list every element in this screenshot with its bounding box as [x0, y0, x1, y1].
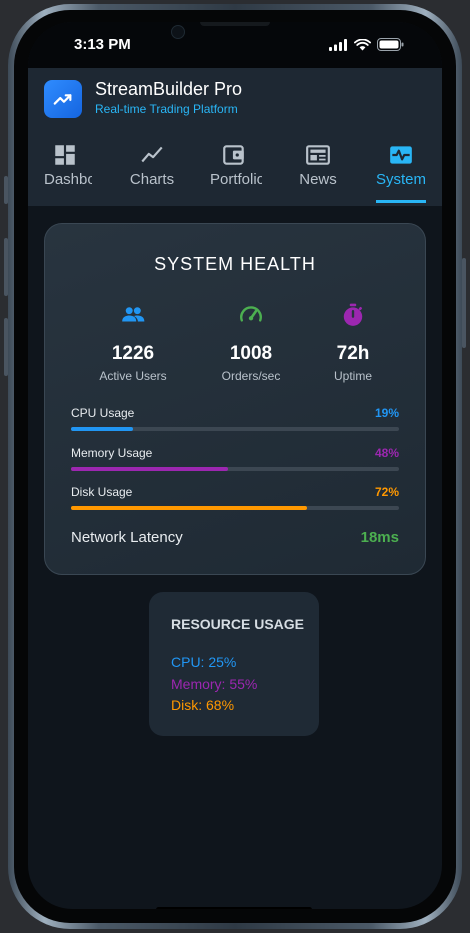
signal-icon: [329, 38, 347, 51]
metric-disk-value: 72%: [374, 485, 399, 499]
power-button: [462, 258, 466, 348]
stat-uptime-label: Uptime: [333, 369, 372, 383]
status-bar: 3:13 PM: [28, 22, 442, 68]
status-icons: [329, 38, 404, 51]
app-title: StreamBuilder Pro: [95, 79, 243, 99]
metric-cpu-fill: [71, 427, 134, 431]
metric-cpu-label: CPU Usage: [71, 406, 135, 420]
newspaper-icon: [306, 145, 330, 165]
metric-memory-value: 48%: [374, 446, 399, 460]
resource-usage-title: RESOURCE USAGE: [171, 616, 305, 632]
system-health-title: SYSTEM HEALTH: [154, 254, 316, 274]
tab-charts[interactable]: Charts: [112, 138, 192, 206]
metric-disk-label: Disk Usage: [71, 485, 133, 499]
resource-disk-line: Disk: 68%: [171, 697, 235, 713]
tab-news-label: News: [299, 171, 337, 188]
tab-news[interactable]: News: [278, 138, 358, 206]
tab-dashboard[interactable]: Dashboard: [28, 138, 108, 206]
system-health-card: SYSTEM HEALTH 1226 Active Users 1008 Ord…: [44, 223, 426, 575]
metric-disk-track: [71, 506, 399, 510]
tab-charts-label: Charts: [129, 171, 175, 188]
tab-bar: Dashboard Charts Portfolio: [28, 138, 442, 206]
stat-active-users-value: 1226: [111, 343, 155, 364]
line-chart-icon: [141, 146, 163, 163]
monitor-heartbeat-icon: [390, 146, 412, 164]
metric-cpu-value: 19%: [374, 406, 399, 420]
stat-active-users: 1226 Active Users: [73, 302, 193, 383]
tab-system[interactable]: System: [362, 138, 442, 206]
phone-screen: 3:13 PM StreamBuilder Pro Real-time Trad…: [28, 22, 442, 909]
timer-icon: [343, 303, 363, 326]
app-header: StreamBuilder Pro Real-time Trading Plat…: [28, 68, 442, 206]
battery-icon: [377, 38, 404, 51]
network-latency-label: Network Latency: [71, 529, 183, 546]
stat-active-users-label: Active Users: [99, 369, 167, 383]
tab-system-label: System: [376, 171, 426, 188]
metric-disk-fill: [71, 506, 308, 510]
tab-portfolio-label: Portfolio: [210, 171, 262, 188]
tab-portfolio[interactable]: Portfolio: [196, 138, 262, 206]
tab-dashboard-label: Dashboard: [44, 171, 92, 188]
speaker-grille: [200, 22, 270, 26]
dashboard-icon: [55, 145, 75, 165]
resource-cpu-line: CPU: 25%: [171, 654, 237, 670]
metric-cpu-track: [71, 427, 399, 431]
resource-memory-line: Memory: 55%: [171, 676, 258, 692]
trending-up-icon: [53, 94, 72, 105]
stat-uptime-value: 72h: [336, 343, 370, 364]
active-tab-indicator: [376, 200, 426, 203]
people-icon: [122, 307, 145, 322]
network-latency-value: 18ms: [360, 529, 399, 546]
resource-usage-card: RESOURCE USAGE CPU: 25% Memory: 55% Disk…: [149, 592, 319, 736]
home-indicator[interactable]: [156, 907, 312, 909]
metric-memory-fill: [71, 467, 229, 471]
volume-up-button: [4, 238, 8, 296]
app-subtitle: Real-time Trading Platform: [95, 102, 238, 116]
volume-down-button: [4, 318, 8, 376]
action-button: [4, 176, 8, 204]
wifi-icon: [354, 38, 371, 50]
app-logo: [44, 80, 82, 118]
camera-icon: [171, 25, 185, 39]
wallet-icon: [223, 145, 244, 165]
status-time: 3:13 PM: [74, 36, 131, 53]
speedometer-icon: [240, 306, 262, 322]
metric-memory-label: Memory Usage: [71, 446, 153, 460]
stat-uptime: 72h Uptime: [293, 302, 413, 383]
metric-memory-track: [71, 467, 399, 471]
